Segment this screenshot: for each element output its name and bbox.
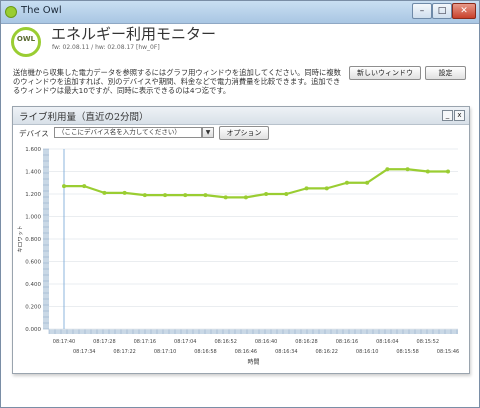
title-bar[interactable]: The Owl – □ ✕ — [1, 1, 479, 24]
data-point — [304, 186, 309, 191]
x-tick-label: 08:16:52 — [214, 339, 236, 345]
data-point — [122, 190, 127, 195]
y-axis-label: キロワット — [17, 225, 24, 253]
x-tick-label: 08:17:22 — [113, 349, 135, 355]
firmware-info: fw: 02.08.11 / hw: 02.08.17 [hw_0F] — [52, 44, 160, 51]
y-tick-label: 1.600 — [25, 147, 41, 153]
close-button[interactable]: ✕ — [452, 3, 476, 19]
x-tick-label: 08:15:58 — [396, 349, 418, 355]
data-point — [62, 184, 66, 189]
data-point — [243, 195, 248, 200]
x-tick-label: 08:16:16 — [336, 339, 358, 345]
y-tick-label: 0.800 — [25, 237, 41, 243]
x-tick-label: 08:15:46 — [437, 349, 459, 355]
data-point — [284, 192, 289, 196]
data-point — [365, 180, 370, 185]
x-tick-label: 08:16:04 — [376, 339, 398, 345]
app-icon — [5, 6, 17, 18]
y-tick-label: 0.000 — [25, 327, 41, 333]
data-point — [405, 167, 410, 172]
data-point — [203, 193, 208, 198]
data-point — [264, 192, 269, 196]
data-point — [163, 193, 168, 198]
maximize-button[interactable]: □ — [432, 3, 452, 19]
data-point — [102, 190, 107, 195]
x-tick-label: 08:17:10 — [154, 349, 176, 355]
y-tick-label: 0.200 — [25, 305, 41, 311]
x-axis-ruler — [49, 329, 458, 334]
data-point — [425, 169, 430, 174]
x-tick-label: 08:16:28 — [295, 339, 317, 345]
data-point — [142, 193, 147, 198]
live-usage-panel: ライブ利用量（直近の2分間） _ x デバイス （ここにデバイス名を入力してくだ… — [12, 106, 470, 374]
minimize-button[interactable]: – — [412, 3, 432, 19]
owl-logo: OWL — [11, 27, 41, 57]
window-title: The Owl — [21, 5, 62, 16]
y-tick-label: 1.400 — [25, 170, 41, 176]
x-tick-label: 08:17:40 — [53, 339, 75, 345]
x-tick-label: 08:17:16 — [134, 339, 156, 345]
data-point — [223, 195, 228, 200]
x-tick-label: 08:15:52 — [417, 339, 439, 345]
data-point — [324, 186, 329, 191]
x-tick-label: 08:16:22 — [316, 349, 338, 355]
series-line — [64, 168, 448, 199]
app-title: エネルギー利用モニター — [51, 25, 217, 43]
x-tick-label: 08:17:04 — [174, 339, 196, 345]
y-tick-label: 1.000 — [25, 215, 41, 221]
data-point — [82, 184, 87, 189]
x-tick-label: 08:17:34 — [73, 349, 95, 355]
description-text: 送信機から収集した電力データを参照するにはグラフ用ウィンドウを追加してください。… — [13, 68, 341, 95]
x-tick-label: 08:17:28 — [93, 339, 115, 345]
data-point — [446, 169, 450, 174]
app-window: The Owl – □ ✕ OWL エネルギー利用モニター fw: 02.08.… — [0, 0, 480, 408]
x-tick-label: 08:16:46 — [235, 349, 257, 355]
settings-button[interactable]: 設定 — [425, 66, 466, 80]
data-point — [183, 193, 188, 198]
y-tick-label: 1.200 — [25, 192, 41, 198]
y-tick-label: 0.600 — [25, 260, 41, 266]
x-tick-label: 08:16:34 — [275, 349, 297, 355]
x-axis-label: 時間 — [247, 358, 259, 366]
x-tick-label: 08:16:10 — [356, 349, 378, 355]
data-point — [385, 167, 390, 172]
x-tick-label: 08:16:58 — [194, 349, 216, 355]
data-point — [344, 180, 349, 185]
usage-chart: 0.000 0.200 0.400 0.600 0.800 1.000 1.200 1.400… — [17, 147, 459, 366]
x-tick-label: 08:16:40 — [255, 339, 277, 345]
y-tick-label: 0.400 — [25, 282, 41, 288]
new-window-button[interactable]: 新しいウィンドウ — [349, 66, 421, 80]
